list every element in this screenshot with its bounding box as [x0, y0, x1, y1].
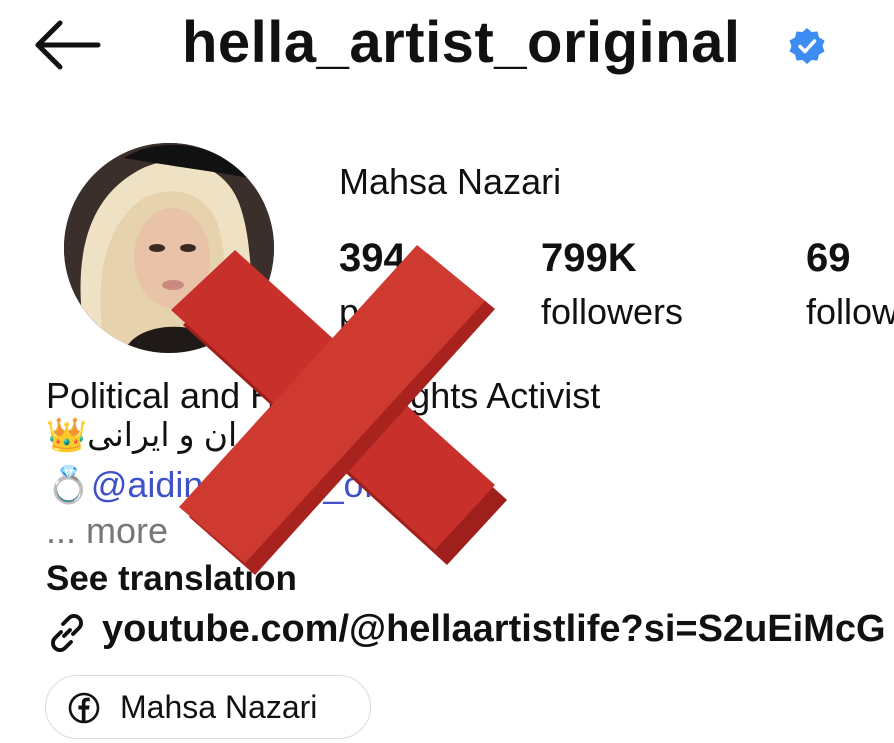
link-icon — [51, 614, 83, 652]
bio-line-1: Political and Human Rights Activist — [46, 375, 601, 416]
arrow-left-icon — [35, 20, 101, 70]
followers-label[interactable]: followers — [541, 290, 683, 334]
facebook-profile-button[interactable]: Mahsa Nazari — [45, 675, 371, 739]
profile-page: hella_artist_original Mahsa Nazari 394 p… — [0, 0, 894, 743]
posts-count[interactable]: 394 — [339, 234, 406, 282]
ring-icon: 💍 — [46, 464, 91, 505]
back-button[interactable] — [32, 18, 104, 72]
bio-persian-text: 👑ملکه ایران و ایرانی👑 — [46, 416, 389, 453]
following-label[interactable]: following — [806, 290, 894, 334]
see-translation-button[interactable]: See translation — [46, 558, 297, 600]
bio-line-2: 👑ملکه ایران و ایرانی👑 — [46, 414, 389, 456]
bio-line-3: 💍@aidin_naderi_official — [46, 464, 445, 506]
facebook-icon — [68, 692, 100, 724]
bio-mention-link[interactable]: @aidin_naderi_official — [91, 464, 445, 505]
posts-label[interactable]: posts — [339, 290, 425, 334]
followers-count[interactable]: 799K — [541, 234, 637, 282]
profile-avatar[interactable] — [64, 143, 274, 353]
profile-link-text[interactable]: youtube.com/@hellaartistlife?si=S2uEiMcG — [102, 606, 886, 652]
avatar-image — [64, 143, 274, 353]
profile-handle: hella_artist_original — [182, 10, 741, 75]
bio-more-button[interactable]: ... more — [46, 510, 168, 552]
display-name: Mahsa Nazari — [339, 161, 562, 202]
verified-badge-icon — [789, 28, 825, 64]
following-count[interactable]: 69 — [806, 234, 851, 282]
facebook-label: Mahsa Nazari — [120, 689, 318, 725]
